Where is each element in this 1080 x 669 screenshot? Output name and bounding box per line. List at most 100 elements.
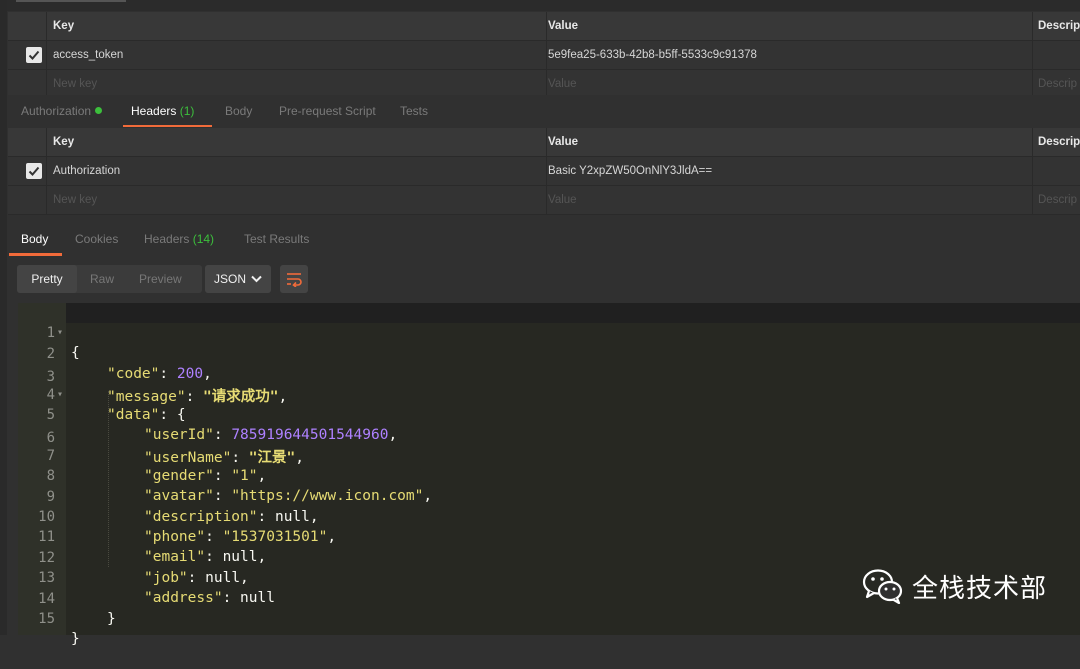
params-new-description-input[interactable]: Descrip: [1032, 70, 1080, 98]
tab-tests[interactable]: Tests: [400, 95, 428, 127]
json-null: null: [274, 509, 310, 525]
response-tab-test-results[interactable]: Test Results: [244, 224, 309, 254]
headers-header-row: Key Value Descrip: [8, 128, 1080, 157]
code-line: 12 "job": null,: [18, 528, 249, 586]
status-dot: [95, 107, 103, 114]
response-tab-body[interactable]: Body: [8, 224, 63, 256]
code-text: "job": null,: [144, 570, 249, 586]
json-key: "job": [144, 570, 188, 586]
params-row-checkbox[interactable]: [26, 47, 42, 63]
json-null: null: [240, 590, 275, 606]
headers-description-cell[interactable]: [1032, 157, 1080, 185]
headers-key-cell[interactable]: Authorization: [53, 157, 540, 185]
tab-prerequest-script[interactable]: Pre-request Script: [279, 95, 376, 127]
code-text: "gender": "1",: [144, 468, 267, 484]
json-key: "address": [144, 590, 223, 606]
json-key: "message": [107, 389, 186, 405]
code-text: "email": null,: [144, 549, 267, 565]
code-text: "address": null: [144, 590, 275, 606]
raw-button[interactable]: Raw: [90, 265, 114, 293]
json-number: 200: [176, 366, 204, 382]
json-null: null: [222, 549, 258, 565]
json-key: "gender": [144, 468, 214, 484]
top-bar: [0, 0, 1080, 11]
headers-value-header: Value: [546, 128, 1028, 156]
code-line: 6 "userName": "江景",: [18, 408, 304, 466]
code-line: 5 "userId": 785919644501544960,: [18, 385, 398, 443]
pretty-button[interactable]: Pretty: [17, 265, 77, 293]
code-text: "message": "请求成功",: [107, 389, 288, 405]
code-line: 8 "avatar": "https://www.icon.com",: [18, 446, 433, 504]
format-select[interactable]: JSON: [205, 265, 271, 293]
tab-authorization[interactable]: Authorization: [21, 95, 103, 127]
headers-value-cell[interactable]: Basic Y2xpZW50OnNlY3JldA==: [546, 157, 1028, 185]
line-number: 15: [38, 611, 55, 627]
response-toolbar: Pretty Raw Preview JSON: [8, 262, 1080, 296]
json-string: "1537031501": [222, 529, 328, 545]
json-key: "userName": [144, 450, 232, 466]
response-tab-cookies[interactable]: Cookies: [75, 224, 118, 254]
json-string: "1": [231, 468, 258, 484]
view-mode-group: Pretty Raw Preview: [17, 265, 202, 293]
headers-new-key-input[interactable]: New key: [53, 186, 540, 214]
code-line: 11 "email": null,: [18, 507, 266, 565]
params-new-key-input[interactable]: New key: [53, 70, 540, 98]
wrap-lines-button[interactable]: [280, 265, 308, 293]
code-text: "avatar": "https://www.icon.com",: [144, 488, 433, 504]
fold-arrow-icon[interactable]: ▾: [57, 385, 63, 405]
json-key: "userId": [144, 427, 214, 443]
code-text: "code": 200,: [107, 366, 212, 382]
headers-new-row: New key Value Descrip: [8, 186, 1080, 215]
code-text: "description": null,: [144, 509, 319, 525]
code-text: "data": {: [107, 407, 186, 423]
tab-body[interactable]: Body: [225, 95, 252, 127]
headers-description-header: Descrip: [1032, 128, 1080, 156]
params-value-cell[interactable]: 5e9fea25-633b-42b8-b5ff-5533c9c91378: [546, 41, 1028, 69]
json-key: "code": [107, 366, 160, 382]
check-icon: [28, 50, 40, 60]
response-tab-headers[interactable]: Headers (14): [144, 224, 214, 254]
format-select-label: JSON: [214, 272, 247, 286]
json-null: null: [205, 570, 241, 586]
wechat-icon: [862, 569, 903, 604]
json-string: "请求成功": [203, 389, 279, 405]
params-header-row: Key Value Descrip: [8, 12, 1080, 41]
code-text: "userId": 785919644501544960,: [144, 427, 398, 443]
code-line: 1 ▾ {: [18, 303, 80, 361]
json-key: "email": [144, 549, 206, 565]
code-text: {: [71, 343, 80, 363]
fold-arrow-icon[interactable]: ▾: [57, 323, 63, 343]
active-line-highlight: [66, 303, 1080, 323]
code-line: 4 ▾ "data": {: [18, 365, 186, 423]
tab-authorization-label: Authorization: [21, 104, 92, 118]
headers-key-header: Key: [53, 136, 75, 148]
headers-new-description-input[interactable]: Descrip: [1032, 186, 1080, 214]
check-icon: [28, 166, 40, 176]
preview-button[interactable]: Preview: [139, 265, 182, 293]
code-line: 14 }: [18, 569, 116, 627]
tab-headers[interactable]: Headers (1): [122, 95, 213, 127]
watermark: 全栈技术部: [862, 566, 1047, 606]
code-text: }: [107, 609, 116, 629]
chevron-down-icon: [251, 275, 262, 283]
headers-new-value-input[interactable]: Value: [546, 186, 1028, 214]
params-row: access_token 5e9fea25-633b-42b8-b5ff-553…: [8, 41, 1080, 70]
json-string: "https://www.icon.com": [231, 488, 424, 504]
params-new-value-input[interactable]: Value: [546, 70, 1028, 98]
headers-row-checkbox[interactable]: [26, 163, 42, 179]
params-description-header: Descrip: [1032, 12, 1080, 40]
code-text: "phone": "1537031501",: [144, 529, 337, 545]
params-key-cell[interactable]: access_token: [53, 41, 540, 69]
left-strip: [0, 0, 7, 635]
params-description-cell[interactable]: [1032, 41, 1080, 69]
response-tab-headers-count: (14): [192, 232, 215, 246]
response-tabs: Body Cookies Headers (14) Test Results: [8, 224, 1080, 256]
brace-token: }: [71, 631, 80, 647]
code-line: 15 }: [18, 589, 80, 647]
json-key: "description": [144, 509, 258, 525]
code-text: "userName": "江景",: [144, 450, 304, 466]
json-key: "avatar": [144, 488, 214, 504]
code-line: 10 "phone": "1537031501",: [18, 487, 336, 545]
json-number: 785919644501544960: [231, 427, 389, 443]
code-line: 7 "gender": "1",: [18, 426, 267, 484]
